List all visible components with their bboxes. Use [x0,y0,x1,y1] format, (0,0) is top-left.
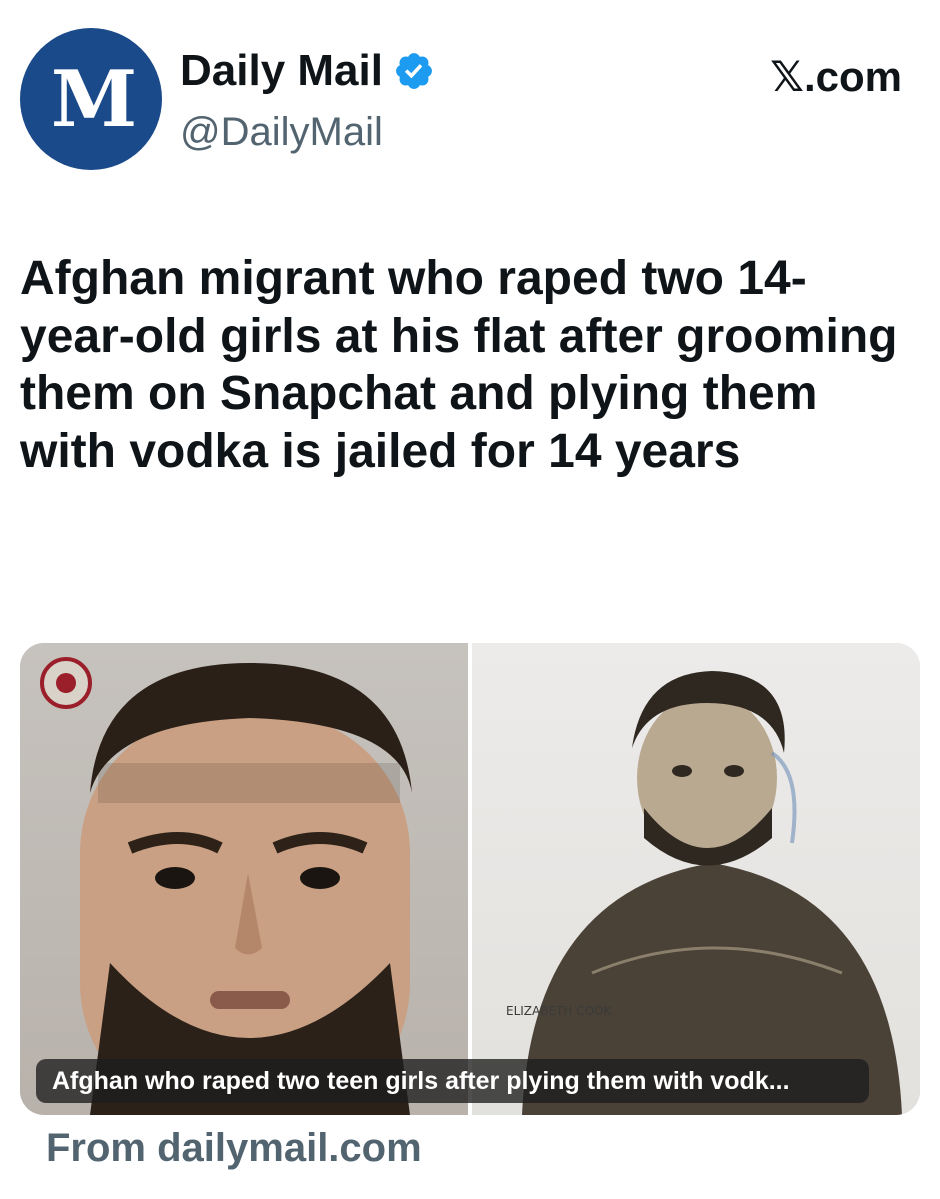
card-caption[interactable]: Afghan who raped two teen girls after pl… [36,1059,869,1103]
sketch-signature: ELIZABETH COOK [506,1004,612,1018]
court-sketch-image: ELIZABETH COOK [472,643,920,1115]
verified-badge-icon [396,53,432,89]
mugshot-image [20,643,468,1115]
link-card[interactable]: ELIZABETH COOK Afghan who raped two teen… [20,643,920,1115]
avatar[interactable]: M [20,28,162,170]
site-label: 𝕏.com [770,53,902,100]
account-handle[interactable]: @DailyMail [180,110,383,155]
post-headline: Afghan migrant who raped two 14-year-old… [20,252,898,478]
display-name[interactable]: Daily Mail [180,46,383,96]
name-row: Daily Mail [180,46,435,96]
court-sketch-illustration: ELIZABETH COOK [506,671,902,1115]
post-header: M Daily Mail @DailyMail 𝕏.com [20,28,920,178]
mugshot-illustration [40,657,412,1115]
card-source[interactable]: From dailymail.com [46,1126,422,1171]
